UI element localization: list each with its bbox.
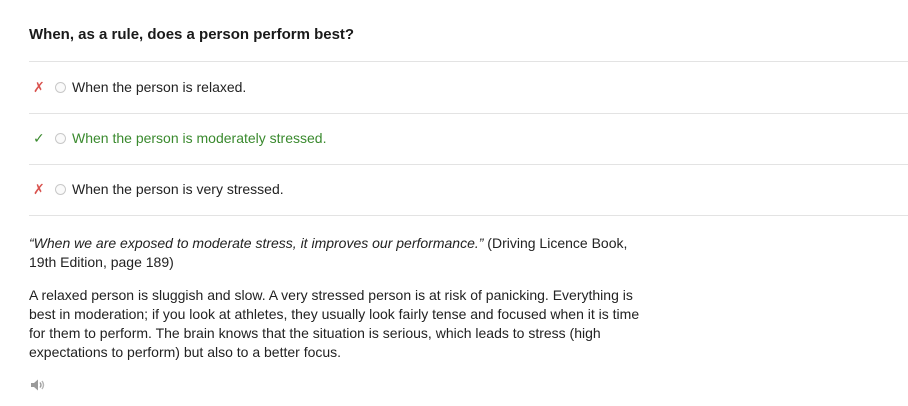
cross-icon: ✗: [33, 78, 45, 95]
radio-button[interactable]: [55, 183, 66, 195]
cross-icon: ✗: [33, 180, 45, 197]
answer-option-very-stressed[interactable]: ✗ When the person is very stressed.: [29, 164, 908, 214]
explanation-quote: “When we are exposed to moderate stress,…: [29, 234, 649, 272]
explanation-body: A relaxed person is sluggish and slow. A…: [29, 287, 640, 360]
checkmark-icon: ✓: [33, 129, 45, 146]
divider: [29, 215, 908, 216]
option-label: When the person is relaxed.: [72, 79, 247, 95]
answer-option-relaxed[interactable]: ✗ When the person is relaxed.: [29, 62, 908, 112]
question-title: When, as a rule, does a person perform b…: [29, 26, 355, 43]
speaker-icon[interactable]: [29, 376, 47, 394]
radio-button[interactable]: [55, 132, 66, 144]
option-label: When the person is moderately stressed.: [72, 130, 327, 146]
answer-option-moderately-stressed[interactable]: ✓ When the person is moderately stressed…: [29, 113, 908, 163]
radio-button[interactable]: [55, 81, 66, 93]
quote-text: “When we are exposed to moderate stress,…: [29, 235, 484, 251]
option-label: When the person is very stressed.: [72, 181, 284, 197]
